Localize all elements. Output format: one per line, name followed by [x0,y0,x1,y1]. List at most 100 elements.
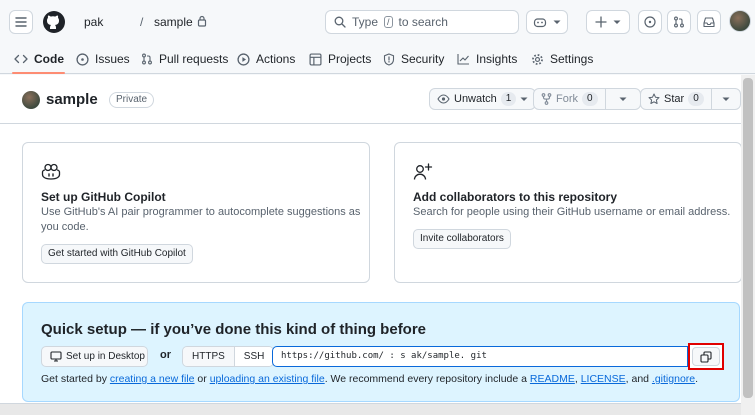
issue-icon [644,16,656,28]
plus-icon [595,16,607,28]
shield-icon [383,52,395,66]
search-input[interactable]: Type / to search [325,10,519,34]
tab-actions[interactable]: Actions [237,44,295,74]
person-add-icon [413,163,433,181]
tab-pull-requests[interactable]: Pull requests [141,44,228,74]
tab-label: Security [401,52,445,66]
fork-label: Fork [556,93,578,105]
invite-collaborators-button[interactable]: Invite collaborators [413,229,511,249]
fork-count: 0 [582,92,598,106]
tab-projects[interactable]: Projects [309,44,371,74]
visibility-badge: Private [109,92,155,108]
code-icon [14,53,28,65]
chevron-down-icon [619,97,627,102]
star-dropdown[interactable] [710,89,740,109]
gear-icon [531,53,544,66]
graph-icon [457,53,470,65]
chevron-down-icon [520,97,528,102]
text-segment: or [194,373,210,385]
eye-icon [437,94,450,104]
tab-security[interactable]: Security [383,44,444,74]
unwatch-label: Unwatch [454,93,497,105]
repo-owner-avatar [22,91,40,109]
bottom-strip [0,403,755,415]
fork-icon [541,93,552,105]
create-new-file-link[interactable]: creating a new file [110,373,195,385]
or-label: or [160,349,171,361]
desktop-button-label: Set up in Desktop [66,351,145,362]
tab-label: Code [34,52,64,66]
tab-label: Settings [550,52,594,66]
repo-nav-tabs: Code Issues Pull requests Actions Projec… [0,44,755,74]
tab-label: Projects [328,52,372,66]
star-button[interactable]: Star 0 [640,88,741,110]
play-icon [237,52,250,66]
star-icon [648,93,660,105]
issues-button[interactable] [638,10,662,34]
inbox-button[interactable] [697,10,721,34]
pull-requests-button[interactable] [667,10,691,34]
license-link[interactable]: LICENSE [581,373,626,385]
hamburger-icon [15,17,27,27]
gitignore-link[interactable]: .gitignore [652,373,695,385]
create-new-button[interactable] [586,10,630,34]
tab-settings[interactable]: Settings [531,44,593,74]
tab-issues[interactable]: Issues [76,44,130,74]
scrollbar-thumb[interactable] [743,78,753,398]
collaborators-card-description: Search for people using their GitHub use… [413,206,731,218]
chevron-down-icon [553,20,561,25]
tab-code[interactable]: Code [14,44,64,74]
pull-request-icon [141,53,153,65]
breadcrumb-separator: / [140,15,144,29]
inbox-icon [703,16,715,28]
pull-request-icon [673,16,685,28]
chevron-down-icon [613,20,621,25]
collaborators-card: Add collaborators to this repository Sea… [394,142,742,283]
search-placeholder-pre: Type [352,15,379,29]
search-shortcut-key: / [384,16,393,28]
readme-link[interactable]: README [530,373,575,385]
copilot-card: Set up GitHub Copilot Use GitHub's AI pa… [22,142,370,283]
breadcrumb-repo[interactable]: sample [154,15,193,29]
upload-file-link[interactable]: uploading an existing file [210,373,325,385]
repo-title[interactable]: sample [46,91,98,108]
collaborators-card-title: Add collaborators to this repository [413,190,618,204]
tab-label: Pull requests [159,52,229,66]
issue-icon [76,52,89,66]
menu-button[interactable] [9,10,33,34]
https-option[interactable]: HTTPS [183,347,235,366]
setup-in-desktop-button[interactable]: Set up in Desktop [41,346,148,367]
quick-setup-title: Quick setup — if you’ve done this kind o… [41,321,427,338]
tab-label: Insights [476,52,518,66]
copilot-button[interactable] [526,10,568,34]
tab-insights[interactable]: Insights [457,44,517,74]
unwatch-button[interactable]: Unwatch 1 [429,88,537,110]
text-segment: . We recommend every repository include … [324,373,530,385]
table-icon [309,52,322,66]
copilot-card-title: Set up GitHub Copilot [41,190,166,204]
copilot-icon [533,16,547,28]
clone-url-field[interactable]: https://github.com/ : s ak/sample. git [272,346,688,367]
ssh-option[interactable]: SSH [234,347,274,366]
user-avatar[interactable] [729,10,751,32]
desktop-icon [50,351,62,362]
top-header: pak / sample Type / to search [0,0,755,44]
fork-dropdown[interactable] [604,89,640,109]
get-started-text: Get started by creating a new file or up… [41,373,698,385]
search-placeholder-post: to search [398,15,448,29]
star-label: Star [664,93,685,105]
copy-button-inner[interactable] [692,347,720,366]
tab-label: Issues [95,52,130,66]
copy-url-button[interactable] [688,343,724,370]
breadcrumb-owner[interactable]: pak [84,15,103,29]
text-segment: Get started by [41,373,110,385]
search-icon [334,16,346,28]
fork-button[interactable]: Fork 0 [533,88,641,110]
header-divider [0,123,755,124]
lock-icon [197,15,207,27]
active-tab-indicator [12,72,65,74]
github-logo-icon[interactable] [42,10,66,34]
get-started-copilot-button[interactable]: Get started with GitHub Copilot [41,244,193,264]
text-segment: . [695,373,699,385]
copy-icon [700,350,712,363]
